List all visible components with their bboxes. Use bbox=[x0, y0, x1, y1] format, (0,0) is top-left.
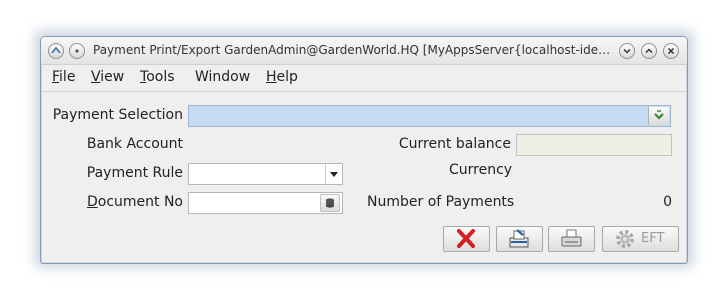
current-balance-label: Current balance bbox=[398, 136, 511, 152]
close-icon[interactable] bbox=[663, 43, 679, 59]
title-bar[interactable]: Payment Print/Export GardenAdmin@GardenW… bbox=[41, 37, 687, 65]
menu-window[interactable]: Window bbox=[195, 69, 250, 85]
menu-help[interactable]: Help bbox=[266, 69, 298, 85]
export-icon bbox=[509, 229, 529, 248]
menu-bar: File View Tools Window Help bbox=[41, 65, 687, 92]
document-no-label: Document No bbox=[86, 194, 183, 210]
menu-tools[interactable]: Tools bbox=[140, 69, 175, 85]
dropdown-arrow-icon[interactable] bbox=[325, 164, 342, 184]
payment-rule-label: Payment Rule bbox=[86, 165, 183, 181]
database-icon[interactable] bbox=[320, 194, 340, 212]
payment-rule-select[interactable] bbox=[188, 163, 343, 185]
payment-selection-label: Payment Selection bbox=[52, 107, 183, 123]
window-title: Payment Print/Export GardenAdmin@GardenW… bbox=[93, 43, 613, 57]
app-icon[interactable] bbox=[48, 43, 64, 59]
cancel-button[interactable] bbox=[443, 226, 490, 252]
menu-view[interactable]: View bbox=[91, 69, 124, 85]
shade-icon[interactable] bbox=[69, 43, 85, 59]
payment-selection-field[interactable] bbox=[188, 105, 671, 127]
print-icon bbox=[561, 229, 582, 247]
menu-file[interactable]: File bbox=[52, 69, 75, 85]
export-button[interactable] bbox=[496, 226, 543, 252]
zoom-arrow-icon[interactable] bbox=[648, 107, 669, 125]
print-button[interactable] bbox=[548, 226, 595, 252]
maximize-icon[interactable] bbox=[641, 43, 657, 59]
number-of-payments-value: 0 bbox=[663, 194, 672, 210]
number-of-payments-label: Number of Payments bbox=[367, 194, 515, 210]
cancel-icon bbox=[457, 229, 475, 248]
eft-label: EFT bbox=[641, 231, 665, 246]
bank-account-label: Bank Account bbox=[86, 136, 183, 152]
document-no-field[interactable] bbox=[188, 192, 343, 214]
currency-label: Currency bbox=[449, 162, 513, 178]
current-balance-field bbox=[516, 134, 672, 156]
gear-icon bbox=[616, 230, 634, 248]
payment-print-export-window: Payment Print/Export GardenAdmin@GardenW… bbox=[40, 36, 688, 264]
minimize-icon[interactable] bbox=[619, 43, 635, 59]
eft-button[interactable]: EFT bbox=[602, 226, 679, 252]
